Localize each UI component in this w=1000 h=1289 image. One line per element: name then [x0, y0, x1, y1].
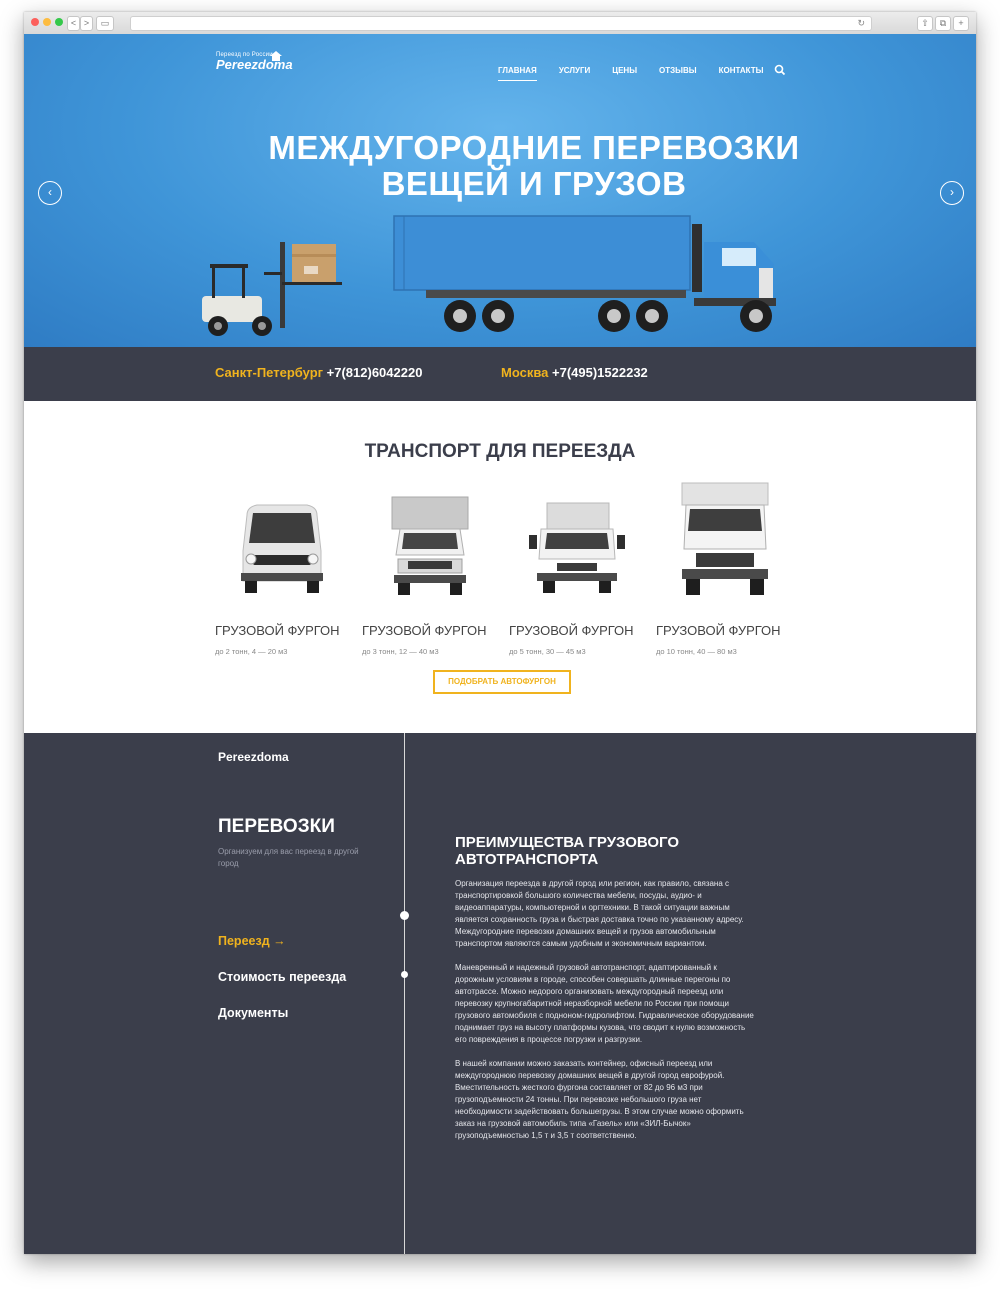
menu-item-cost[interactable]: Стоимость переезда	[218, 970, 346, 984]
vehicle-capacity: до 5 тонн, 30 — 45 м3	[509, 647, 586, 656]
hero-title: МЕЖДУГОРОДНИЕ ПЕРЕВОЗКИ ВЕЩЕЙ И ГРУЗОВ	[24, 130, 976, 202]
vehicle-capacity: до 2 тонн, 4 — 20 м3	[215, 647, 288, 656]
timeline-dot	[400, 911, 409, 920]
browser-window: < > ▭ ↻ ⇧ ⧉ + Переезд по России Pereezdo…	[24, 12, 976, 1254]
hero-title-line-1: МЕЖДУГОРОДНИЕ ПЕРЕВОЗКИ	[268, 129, 800, 166]
truck-heavy-image	[681, 482, 769, 595]
article-paragraph: Маневренный и надежный грузовой автотран…	[455, 963, 754, 1044]
phone-city-label: Москва	[501, 365, 549, 380]
share-icon[interactable]: ⇧	[917, 16, 933, 31]
vehicle-capacity: до 3 тонн, 12 — 40 м3	[362, 647, 439, 656]
site-logo[interactable]: Переезд по России Pereezdoma	[216, 51, 293, 72]
nav-item-home[interactable]: ГЛАВНАЯ	[498, 66, 537, 81]
truck-forklift-illustration	[202, 215, 776, 336]
minimize-window-button[interactable]	[43, 18, 51, 26]
transport-section: ТРАНСПОРТ ДЛЯ ПЕРЕЕЗДА ГРУЗОВОЙ ФУРГОН д…	[24, 401, 976, 733]
contacts-bar: Санкт-Петербург +7(812)6042220 Москва +7…	[24, 347, 976, 401]
nav-item-contacts[interactable]: КОНТАКТЫ	[719, 66, 764, 75]
van-large-image	[529, 502, 625, 593]
info-section: Pereezdoma ПЕРЕВОЗКИ Организуем для вас …	[24, 733, 976, 1254]
vehicle-capacity: до 10 тонн, 40 — 80 м3	[656, 647, 737, 656]
phone-spb[interactable]: Санкт-Петербург +7(812)6042220	[215, 365, 422, 380]
reload-icon[interactable]: ↻	[857, 17, 865, 30]
vehicle-title: ГРУЗОВОЙ ФУРГОН	[656, 623, 781, 638]
vehicle-card[interactable]: ГРУЗОВОЙ ФУРГОН до 10 тонн, 40 — 80 м3	[656, 482, 796, 656]
menu-item-documents[interactable]: Документы	[218, 1006, 288, 1020]
van-medium-image	[391, 496, 469, 595]
browser-toolbar: < > ▭ ↻ ⇧ ⧉ +	[24, 12, 976, 35]
choose-van-button[interactable]: ПОДОБРАТЬ АВТОФУРГОН	[433, 670, 571, 694]
section-brand: Pereezdoma	[218, 750, 289, 764]
vehicle-card[interactable]: ГРУЗОВОЙ ФУРГОН до 3 тонн, 12 — 40 м3	[362, 489, 502, 656]
nav-item-prices[interactable]: ЦЕНЫ	[612, 66, 637, 75]
house-icon	[270, 51, 282, 61]
vehicle-title: ГРУЗОВОЙ ФУРГОН	[215, 623, 340, 638]
tabs-icon[interactable]: ⧉	[935, 16, 951, 31]
main-nav: ГЛАВНАЯ УСЛУГИ ЦЕНЫ ОТЗЫВЫ КОНТАКТЫ	[498, 66, 785, 81]
hero-banner: Переезд по России Pereezdoma ГЛАВНАЯ УСЛ…	[24, 34, 976, 347]
phone-city-label: Санкт-Петербург	[215, 365, 324, 380]
truck-image	[393, 215, 776, 332]
phone-moscow[interactable]: Москва +7(495)1522232	[501, 365, 648, 380]
vehicle-card[interactable]: ГРУЗОВОЙ ФУРГОН до 2 тонн, 4 — 20 м3	[215, 489, 355, 656]
section-heading: ПЕРЕВОЗКИ	[218, 816, 335, 837]
van-small-image	[241, 504, 323, 593]
slider-prev-button[interactable]: ‹	[38, 181, 62, 205]
section-title: ТРАНСПОРТ ДЛЯ ПЕРЕЕЗДА	[364, 441, 636, 462]
new-tab-icon[interactable]: +	[953, 16, 969, 31]
article-paragraph: В нашей компании можно заказать контейне…	[455, 1059, 744, 1140]
slider-next-button[interactable]: ›	[940, 181, 964, 205]
vehicle-title: ГРУЗОВОЙ ФУРГОН	[362, 623, 487, 638]
article-paragraph: Организация переезда в другой город или …	[455, 879, 744, 948]
close-window-button[interactable]	[31, 18, 39, 26]
section-lead: Организуем для вас переезд в другой горо…	[218, 847, 359, 868]
vehicle-card[interactable]: ГРУЗОВОЙ ФУРГОН до 5 тонн, 30 — 45 м3	[509, 489, 649, 656]
phone-number: +7(495)1522232	[548, 365, 648, 380]
zoom-window-button[interactable]	[55, 18, 63, 26]
menu-item-moving[interactable]: Переезд →	[218, 934, 286, 948]
address-bar[interactable]: ↻	[130, 16, 872, 31]
article-title: ПРЕИМУЩЕСТВА ГРУЗОВОГО АВТОТРАНСПОРТА	[455, 834, 680, 868]
timeline-dot	[401, 971, 408, 978]
vehicle-title: ГРУЗОВОЙ ФУРГОН	[509, 623, 634, 638]
hero-title-line-2: ВЕЩЕЙ И ГРУЗОВ	[381, 165, 687, 202]
back-button[interactable]: <	[67, 16, 80, 31]
sidebar-toggle-icon[interactable]: ▭	[96, 16, 114, 31]
nav-item-services[interactable]: УСЛУГИ	[559, 66, 590, 75]
phone-number: +7(812)6042220	[323, 365, 423, 380]
article: ПРЕИМУЩЕСТВА ГРУЗОВОГО АВТОТРАНСПОРТА Ор…	[455, 834, 755, 1154]
forklift-image	[202, 242, 342, 336]
timeline-line	[404, 733, 405, 1254]
nav-item-reviews[interactable]: ОТЗЫВЫ	[659, 66, 697, 75]
forward-button[interactable]: >	[80, 16, 93, 31]
search-icon[interactable]	[774, 64, 786, 76]
